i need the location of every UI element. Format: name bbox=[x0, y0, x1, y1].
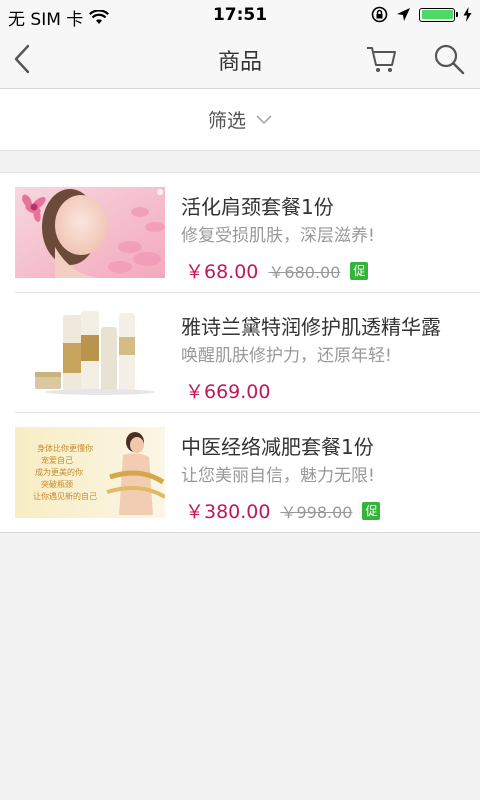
cart-button[interactable] bbox=[365, 42, 399, 76]
chevron-down-icon bbox=[256, 114, 272, 124]
charging-icon bbox=[463, 7, 472, 22]
image-caption-5: 让你遇见新的自己 bbox=[33, 491, 97, 501]
product-image-skincare bbox=[15, 307, 165, 398]
product-desc: 唤醒肌肤修护力，还原年轻! bbox=[181, 346, 392, 366]
cart-icon bbox=[367, 47, 396, 72]
promo-badge: 促 bbox=[362, 501, 381, 520]
promo-badge: 促 bbox=[350, 261, 369, 280]
image-caption-1: 身体比你更懂你 bbox=[37, 443, 93, 453]
product-item[interactable]: 身体比你更懂你 宠爱自己 成为更美的你 突破瓶颈 让你遇见新的自己 中医经络减肥… bbox=[15, 413, 480, 532]
product-desc: 让您美丽自信，魅力无限! bbox=[181, 466, 375, 486]
image-caption-4: 突破瓶颈 bbox=[41, 479, 73, 489]
product-image-facial-spa bbox=[15, 187, 165, 278]
product-name: 活化肩颈套餐1份 bbox=[181, 195, 334, 219]
image-caption-2: 宠爱自己 bbox=[41, 455, 73, 465]
nav-bar: 商品 bbox=[0, 30, 480, 89]
product-price: ￥68.00 bbox=[185, 261, 259, 283]
filter-button[interactable]: 筛选 bbox=[0, 89, 480, 151]
location-arrow-icon bbox=[397, 8, 410, 21]
product-price: ￥669.00 bbox=[185, 381, 271, 403]
product-price: ￥380.00 bbox=[185, 501, 271, 523]
rotation-lock-icon bbox=[371, 6, 388, 23]
price-line: ￥68.00 ￥680.00 促 bbox=[185, 257, 369, 284]
search-icon bbox=[434, 44, 465, 75]
product-list: 活化肩颈套餐1份 修复受损肌肤，深层滋养! ￥68.00 ￥680.00 促 雅… bbox=[0, 172, 480, 533]
product-item[interactable]: 活化肩颈套餐1份 修复受损肌肤，深层滋养! ￥68.00 ￥680.00 促 bbox=[15, 173, 480, 293]
product-image-slimming: 身体比你更懂你 宠爱自己 成为更美的你 突破瓶颈 让你遇见新的自己 bbox=[15, 427, 165, 518]
product-name: 中医经络减肥套餐1份 bbox=[181, 435, 374, 459]
search-button[interactable] bbox=[432, 42, 466, 76]
original-price: ￥998.00 bbox=[280, 502, 353, 522]
image-caption-3: 成为更美的你 bbox=[35, 467, 83, 477]
original-price: ￥680.00 bbox=[268, 262, 341, 282]
battery-fill bbox=[421, 10, 453, 19]
page-title: 商品 bbox=[217, 50, 262, 75]
product-desc: 修复受损肌肤，深层滋养! bbox=[181, 226, 375, 246]
price-line: ￥669.00 bbox=[185, 377, 270, 404]
status-right bbox=[371, 6, 472, 23]
filter-label: 筛选 bbox=[207, 110, 246, 132]
product-name: 雅诗兰黛特润修护肌透精华露 bbox=[181, 315, 441, 339]
status-bar: 无 SIM 卡 17:51 bbox=[0, 0, 480, 30]
price-line: ￥380.00 ￥998.00 促 bbox=[185, 497, 381, 524]
product-item[interactable]: 雅诗兰黛特润修护肌透精华露 唤醒肌肤修护力，还原年轻! ￥669.00 bbox=[15, 293, 480, 413]
battery-icon bbox=[419, 7, 458, 22]
